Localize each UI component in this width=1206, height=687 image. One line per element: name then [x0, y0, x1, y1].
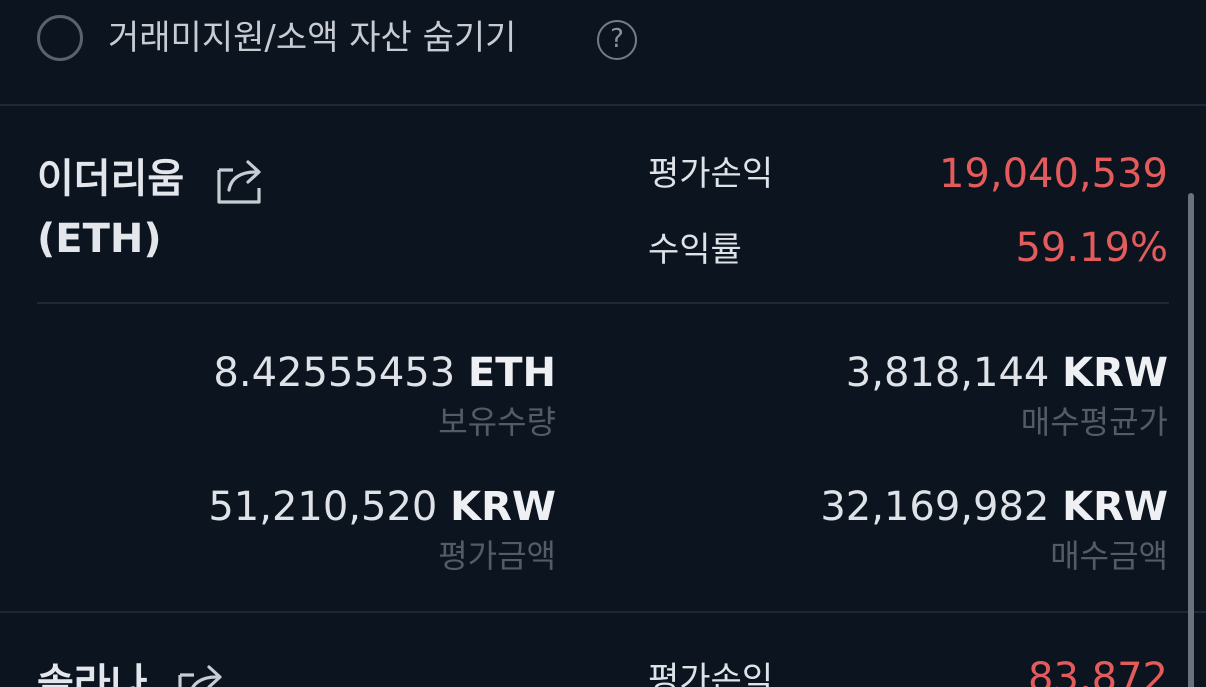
holdings-unit: ETH	[467, 350, 556, 396]
holdings-label: 보유수량	[438, 403, 556, 441]
scrollbar[interactable]	[1188, 193, 1194, 687]
hide-small-assets-label[interactable]: 거래미지원/소액 자산 숨기기	[108, 16, 516, 60]
asset-name[interactable]: 이더리움	[37, 152, 184, 206]
purchase-amount-unit: KRW	[1062, 484, 1168, 530]
valuation-unit: KRW	[450, 484, 556, 530]
divider	[37, 302, 1169, 304]
next-profit-loss-label: 평가손익	[648, 660, 774, 687]
asset-list: 거래미지원/소액 자산 숨기기 ? 이더리움 (ETH) 평가손익 19,040…	[0, 0, 1206, 687]
holdings-value-line: 8.42555453 ETH	[213, 348, 556, 398]
valuation-stat: 51,210,520 KRW 평가금액	[208, 482, 556, 578]
purchase-amount-label: 매수금액	[1050, 537, 1168, 575]
avg-buy-price-label: 매수평균가	[1020, 403, 1168, 441]
asset-symbol: (ETH)	[37, 216, 162, 262]
avg-buy-price-stat: 3,818,144 KRW 매수평균가	[846, 348, 1168, 444]
valuation-value-line: 51,210,520 KRW	[208, 482, 556, 532]
valuation-value: 51,210,520	[208, 484, 438, 530]
share-icon[interactable]	[176, 661, 228, 687]
hide-small-assets-radio[interactable]	[37, 15, 83, 61]
holdings-stat: 8.42555453 ETH 보유수량	[213, 348, 556, 444]
return-rate-label: 수익률	[648, 230, 742, 270]
avg-buy-price-unit: KRW	[1062, 350, 1168, 396]
profit-loss-value: 19,040,539	[938, 151, 1168, 197]
share-icon[interactable]	[215, 156, 267, 206]
avg-buy-price-value-line: 3,818,144 KRW	[846, 348, 1168, 398]
purchase-amount-value: 32,169,982	[820, 484, 1050, 530]
next-profit-loss-value: 83,872	[1028, 655, 1168, 687]
next-asset-name[interactable]: 솔라나	[37, 657, 147, 687]
hide-small-assets-filter[interactable]: 거래미지원/소액 자산 숨기기 ?	[0, 0, 1206, 106]
avg-buy-price-value: 3,818,144	[845, 350, 1050, 396]
help-icon[interactable]: ?	[597, 20, 637, 60]
purchase-amount-stat: 32,169,982 KRW 매수금액	[820, 482, 1168, 578]
holdings-value: 8.42555453	[213, 350, 456, 396]
valuation-label: 평가금액	[438, 537, 556, 575]
card-divider	[0, 611, 1206, 613]
purchase-amount-value-line: 32,169,982 KRW	[820, 482, 1168, 532]
profit-loss-label: 평가손익	[648, 154, 774, 194]
return-rate-value: 59.19%	[1015, 225, 1168, 271]
